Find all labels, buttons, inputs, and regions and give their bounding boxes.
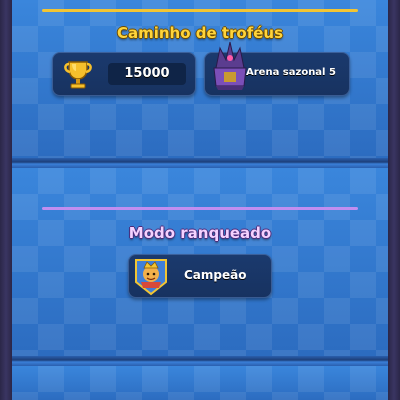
panel-divider xyxy=(12,356,388,366)
champion-league-badge-icon xyxy=(132,256,170,296)
trophy-icon xyxy=(60,56,96,92)
gold-rule xyxy=(42,9,358,12)
bottom-panel xyxy=(12,366,388,400)
trophy-count-chip[interactable]: 15000 xyxy=(52,52,196,96)
ranked-title: Modo ranqueado xyxy=(128,224,272,242)
arena-label: Arena sazonal 5 xyxy=(246,67,336,78)
purple-rule xyxy=(42,207,358,210)
ranked-league-label: Campeão xyxy=(184,268,247,282)
arena-chip[interactable]: Arena sazonal 5 xyxy=(204,41,350,96)
ranked-league-chip[interactable]: Campeão xyxy=(128,254,272,298)
trophy-count: 15000 xyxy=(124,66,170,81)
panel-divider xyxy=(12,158,388,168)
arena-icon xyxy=(210,38,250,94)
trophy-road-title: Caminho de troféus xyxy=(116,24,284,42)
